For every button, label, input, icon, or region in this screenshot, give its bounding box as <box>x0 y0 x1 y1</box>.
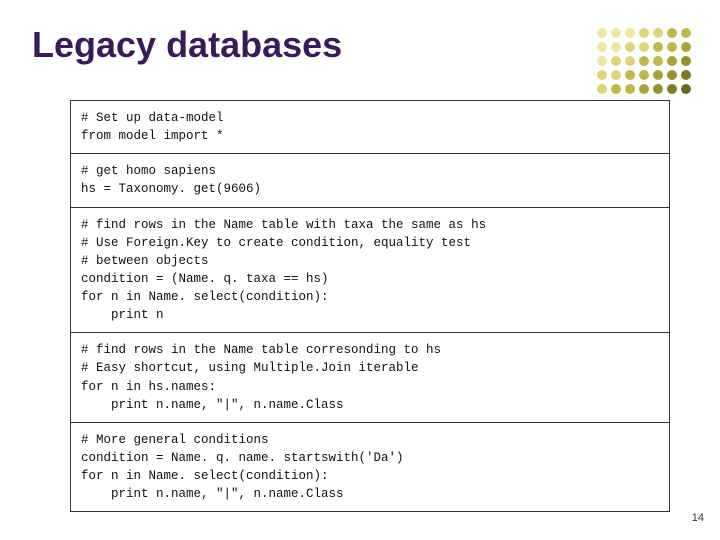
deco-dot <box>597 28 607 38</box>
deco-dot <box>597 84 607 94</box>
decorative-dot-grid <box>597 28 692 95</box>
deco-dot <box>625 84 635 94</box>
code-block-2: # get homo sapiens hs = Taxonomy. get(96… <box>71 154 669 207</box>
slide-title: Legacy databases <box>32 24 342 66</box>
page-number: 14 <box>692 512 704 524</box>
deco-dot <box>667 84 677 94</box>
code-block-1: # Set up data-model from model import * <box>71 101 669 154</box>
deco-dot <box>597 56 607 66</box>
code-block-5: # More general conditions condition = Na… <box>71 423 669 512</box>
code-box: # Set up data-model from model import * … <box>70 100 670 512</box>
deco-dot <box>625 28 635 38</box>
deco-dot <box>653 70 663 80</box>
code-block-4: # find rows in the Name table corresondi… <box>71 333 669 423</box>
deco-dot <box>597 70 607 80</box>
deco-dot <box>639 28 649 38</box>
deco-dot <box>681 84 691 94</box>
deco-dot <box>639 84 649 94</box>
deco-dot <box>625 70 635 80</box>
deco-dot <box>681 70 691 80</box>
deco-dot <box>625 42 635 52</box>
deco-dot <box>639 70 649 80</box>
deco-dot <box>681 56 691 66</box>
deco-dot <box>667 28 677 38</box>
deco-dot <box>611 28 621 38</box>
deco-dot <box>653 84 663 94</box>
deco-dot <box>667 56 677 66</box>
deco-dot <box>639 56 649 66</box>
deco-dot <box>653 56 663 66</box>
deco-dot <box>639 42 649 52</box>
deco-dot <box>625 56 635 66</box>
deco-dot <box>611 70 621 80</box>
deco-dot <box>653 28 663 38</box>
deco-dot <box>681 28 691 38</box>
code-block-3: # find rows in the Name table with taxa … <box>71 208 669 334</box>
deco-dot <box>653 42 663 52</box>
deco-dot <box>667 42 677 52</box>
deco-dot <box>611 56 621 66</box>
deco-dot <box>597 42 607 52</box>
deco-dot <box>681 42 691 52</box>
deco-dot <box>611 84 621 94</box>
deco-dot <box>611 42 621 52</box>
deco-dot <box>667 70 677 80</box>
